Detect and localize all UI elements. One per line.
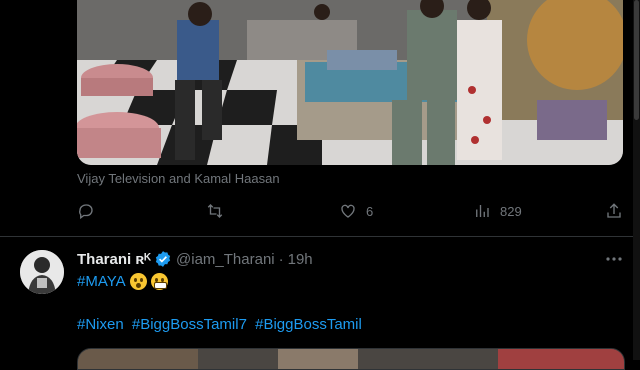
avatar[interactable] [20, 250, 64, 294]
media-source-caption: Vijay Television and Kamal Haasan [77, 171, 280, 186]
display-name[interactable]: Tharani ʀᴷ [77, 251, 151, 268]
tweet-text-line-2: #Nixen #BiggBossTamil7 #BiggBossTamil [77, 316, 366, 333]
grimacing-emoji-icon [150, 273, 168, 290]
tweet-divider [0, 236, 633, 237]
user-handle[interactable]: @iam_Tharani [176, 251, 275, 268]
retweet-button[interactable] [206, 199, 233, 223]
share-icon [607, 203, 621, 218]
scrollbar[interactable] [633, 0, 640, 360]
hashtag-link[interactable]: #MAYA [77, 273, 126, 290]
tweet-media-image[interactable] [77, 348, 625, 370]
more-icon[interactable] [604, 250, 624, 268]
tweet-action-bar: 6 829 [77, 199, 623, 223]
share-button[interactable] [605, 199, 623, 223]
like-button[interactable]: 6 [339, 199, 373, 223]
hashtag-link[interactable]: #BiggBossTamil7 [132, 316, 247, 333]
like-icon [341, 204, 355, 218]
tweet-media-image[interactable] [77, 0, 623, 165]
view-count: 829 [500, 203, 522, 219]
scrollbar-thumb[interactable] [634, 0, 639, 120]
views-button[interactable]: 829 [473, 199, 522, 223]
separator-dot: · [278, 250, 284, 268]
astonished-emoji-icon [129, 273, 147, 290]
like-count: 6 [366, 203, 374, 219]
tweet-text-line-1: #MAYA [77, 273, 168, 290]
hashtag-link[interactable]: #Nixen [77, 316, 124, 333]
hashtag-link[interactable]: #BiggBossTamil [255, 316, 362, 333]
reply-icon [79, 204, 93, 220]
reply-button[interactable] [77, 199, 104, 223]
views-icon [476, 205, 489, 217]
retweet-icon [207, 204, 223, 218]
verified-badge-icon[interactable] [154, 250, 172, 268]
tweet-header: Tharani ʀᴷ @iam_Tharani · 19h [77, 249, 313, 269]
tweet-timestamp[interactable]: 19h [288, 251, 313, 268]
